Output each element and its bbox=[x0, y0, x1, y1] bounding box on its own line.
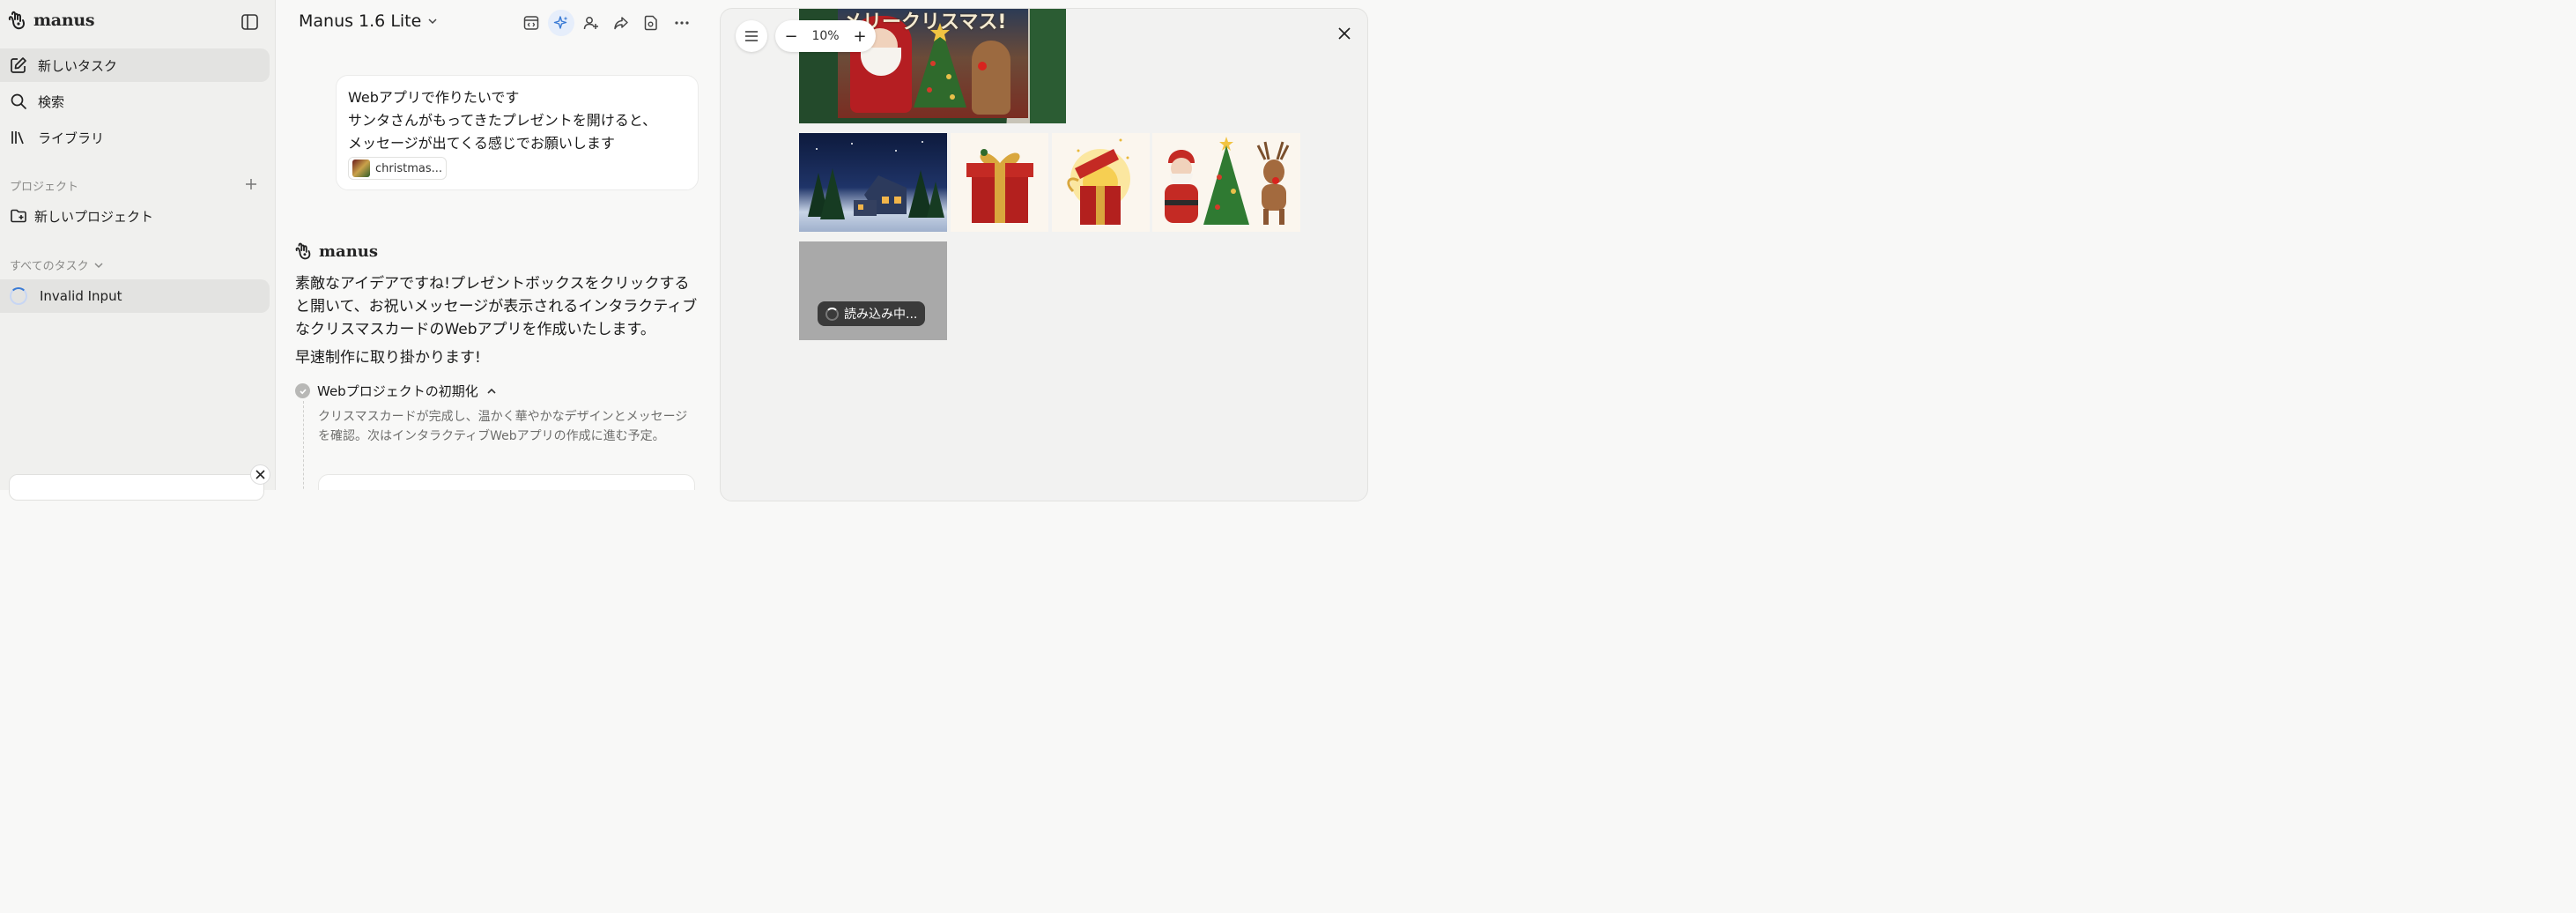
new-project-item[interactable]: 新しいプロジェクト bbox=[0, 199, 270, 233]
user-message: Webアプリで作りたいです サンタさんがもってきたプレゼントを開けると、 メッセ… bbox=[336, 75, 699, 190]
zoom-control: − 10% + bbox=[775, 20, 876, 52]
share-button[interactable] bbox=[608, 10, 634, 36]
viewer-menu-button[interactable] bbox=[736, 20, 767, 52]
new-project-label: 新しいプロジェクト bbox=[34, 208, 154, 225]
all-tasks-label: すべてのタスク bbox=[10, 260, 89, 273]
sidebar: manus 新しいタスク 検索 ライブラリ プロジェクト 新しいプロジェクト す… bbox=[0, 0, 276, 501]
manus-hand-icon bbox=[295, 242, 311, 260]
zoom-in-button[interactable]: + bbox=[853, 27, 867, 46]
loading-spinner-icon bbox=[825, 307, 839, 321]
library-icon bbox=[11, 131, 24, 145]
loading-indicator: 読み込み中... bbox=[818, 301, 926, 326]
loading-image-placeholder: 読み込み中... bbox=[799, 241, 947, 340]
nav-new-task[interactable]: 新しいタスク bbox=[0, 48, 270, 82]
browser-code-icon bbox=[523, 16, 539, 30]
model-name: Manus 1.6 Lite bbox=[299, 11, 422, 31]
share-arrow-icon bbox=[614, 17, 628, 30]
bottom-card-close-button[interactable] bbox=[250, 464, 270, 485]
chat-panel: Manus 1.6 Lite Webアプリで作りたいです サンタさんがもってきた… bbox=[277, 0, 720, 490]
task-item[interactable]: Invalid Input bbox=[0, 279, 270, 313]
step-subcard[interactable] bbox=[318, 474, 695, 490]
brand-logo[interactable]: manus bbox=[7, 9, 95, 32]
brand-name: manus bbox=[33, 11, 95, 30]
nav-label: 検索 bbox=[38, 93, 65, 110]
chevron-up-icon bbox=[487, 388, 496, 394]
more-options-button[interactable] bbox=[669, 10, 695, 36]
user-message-line: Webアプリで作りたいです bbox=[348, 89, 520, 106]
user-message-line: サンタさんがもってきたプレゼントを開けると、 bbox=[348, 112, 657, 129]
chevron-down-icon bbox=[428, 19, 437, 25]
chevron-down-icon bbox=[94, 262, 103, 268]
user-message-line: メッセージが出てくる感じでお願いします bbox=[348, 135, 615, 152]
check-circle-icon bbox=[295, 383, 310, 398]
nav-label: 新しいタスク bbox=[38, 57, 118, 74]
sidebar-panel-icon bbox=[241, 14, 258, 30]
attachment-name: christmas... bbox=[375, 161, 443, 175]
gift-box-image[interactable] bbox=[951, 133, 1048, 232]
more-horizontal-icon bbox=[675, 21, 689, 25]
close-icon bbox=[255, 470, 265, 479]
bottom-card[interactable] bbox=[9, 474, 264, 501]
ai-sparkle-button[interactable] bbox=[548, 10, 574, 36]
code-view-button[interactable] bbox=[518, 10, 544, 36]
zoom-out-button[interactable]: − bbox=[784, 27, 798, 46]
plus-icon bbox=[246, 179, 256, 189]
snowy-village-image[interactable] bbox=[799, 133, 947, 232]
nav-library[interactable]: ライブラリ bbox=[0, 121, 270, 154]
attachment-chip[interactable]: christmas... bbox=[348, 157, 448, 180]
image-viewer: メリークリスマス! 読み込み中... − 10% + bbox=[720, 8, 1368, 501]
step-connector bbox=[303, 401, 304, 490]
step-title: Webプロジェクトの初期化 bbox=[317, 383, 478, 399]
sparkle-icon bbox=[553, 16, 568, 29]
projects-section-label: プロジェクト bbox=[10, 181, 79, 194]
file-icon bbox=[644, 15, 657, 31]
manus-hand-icon bbox=[8, 11, 25, 30]
open-gift-image[interactable] bbox=[1052, 133, 1150, 232]
model-selector[interactable]: Manus 1.6 Lite bbox=[299, 11, 439, 31]
menu-icon bbox=[745, 31, 758, 41]
sidebar-toggle-button[interactable] bbox=[241, 14, 258, 33]
agent-header: manus bbox=[294, 241, 378, 262]
folder-plus-icon bbox=[11, 209, 26, 223]
all-tasks-filter[interactable]: すべてのタスク bbox=[10, 256, 105, 273]
santa-reindeer-image[interactable] bbox=[1152, 133, 1300, 232]
close-icon bbox=[1338, 27, 1351, 40]
add-collaborator-button[interactable] bbox=[578, 10, 604, 36]
nav-search[interactable]: 検索 bbox=[0, 85, 270, 118]
attachment-thumbnail bbox=[352, 160, 370, 177]
loading-spinner-icon bbox=[10, 287, 27, 305]
zoom-level: 10% bbox=[811, 29, 840, 43]
user-plus-icon bbox=[583, 17, 598, 30]
step-description: クリスマスカードが完成し、温かく華やかなデザインとメッセージを確認。次はインタラ… bbox=[318, 410, 688, 443]
viewer-close-button[interactable] bbox=[1334, 23, 1355, 44]
search-icon bbox=[11, 93, 26, 109]
edit-icon bbox=[11, 57, 26, 73]
document-button[interactable] bbox=[638, 10, 664, 36]
task-label: Invalid Input bbox=[40, 288, 122, 304]
agent-name: manus bbox=[319, 241, 379, 261]
agent-reply: 素敵なアイデアですね!プレゼントボックスをクリックすると開いて、お祝いメッセージ… bbox=[295, 275, 698, 338]
agent-reply-followup: 早速制作に取り掛かります! bbox=[295, 349, 481, 367]
add-project-button[interactable] bbox=[243, 176, 259, 192]
nav-label: ライブラリ bbox=[38, 130, 105, 146]
loading-text: 読み込み中... bbox=[844, 308, 918, 322]
step-header[interactable]: Webプロジェクトの初期化 bbox=[295, 382, 498, 400]
